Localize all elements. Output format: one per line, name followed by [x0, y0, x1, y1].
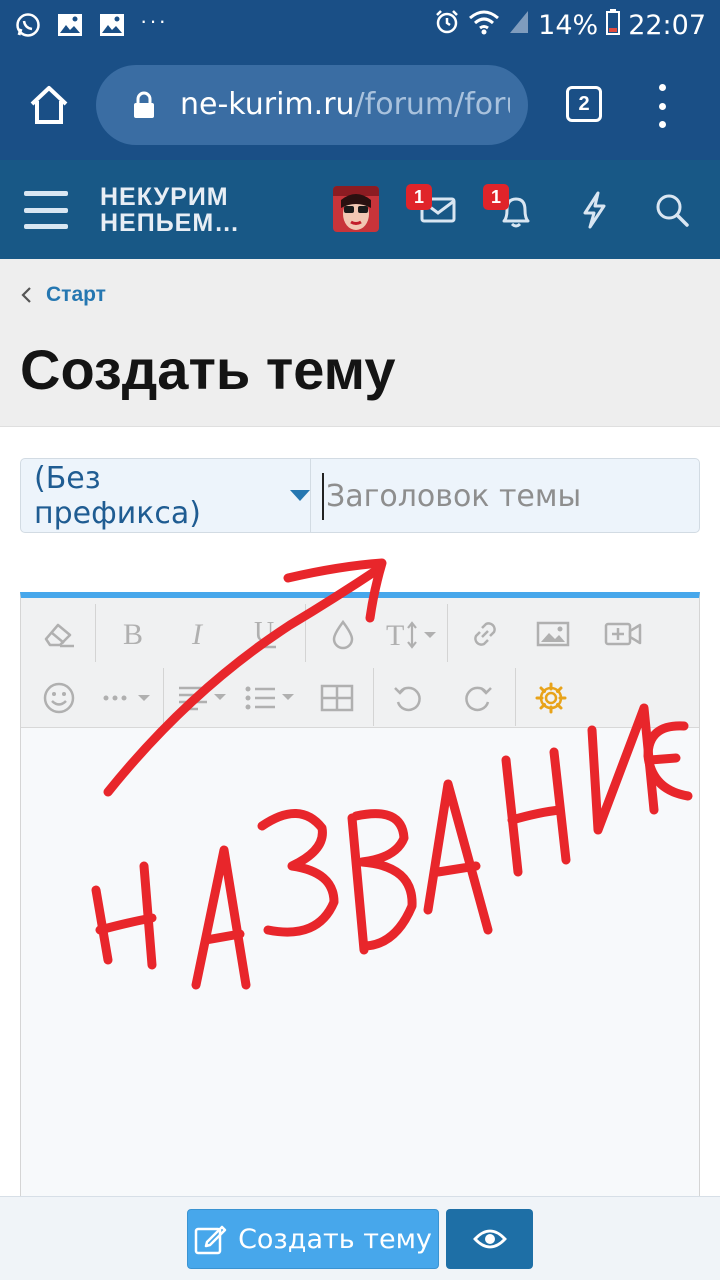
- link-icon[interactable]: [463, 612, 507, 656]
- status-bar: ··· 14% 22:07: [0, 0, 720, 50]
- editor-toolbar: B I U T: [21, 598, 699, 728]
- site-header: НЕКУРИМ НЕПЬЕМ… 1 1: [0, 160, 720, 259]
- smiley-icon[interactable]: [37, 676, 81, 720]
- avatar[interactable]: [333, 186, 379, 232]
- clock: 22:07: [628, 9, 706, 41]
- font-size-icon[interactable]: T: [385, 612, 443, 656]
- bold-icon[interactable]: B: [111, 612, 155, 656]
- svg-text:B: B: [123, 618, 143, 650]
- breadcrumb[interactable]: Старт: [20, 283, 106, 307]
- form-action-bar: Создать тему: [0, 1196, 720, 1280]
- image-icon: [56, 11, 84, 39]
- message-body-textarea[interactable]: [21, 728, 699, 1212]
- whatsapp-icon: [14, 11, 42, 39]
- underline-icon[interactable]: U: [243, 612, 287, 656]
- home-icon[interactable]: [26, 82, 72, 128]
- search-icon[interactable]: [652, 190, 692, 230]
- page-header: Старт Создать тему: [0, 259, 720, 427]
- prefix-select[interactable]: (Без префикса): [21, 459, 311, 532]
- chevron-left-icon: [21, 287, 31, 303]
- gear-icon[interactable]: [529, 676, 573, 720]
- italic-icon[interactable]: I: [177, 612, 221, 656]
- image-insert-icon[interactable]: [531, 612, 575, 656]
- prefix-selected-value: (Без префикса): [34, 460, 201, 531]
- url-text: ne-kurim.ru/forum/foru: [180, 87, 510, 122]
- edit-icon: [194, 1225, 227, 1255]
- caret-down-icon: [290, 490, 310, 501]
- browser-menu-icon[interactable]: [650, 84, 674, 128]
- hamburger-menu-icon[interactable]: [24, 191, 68, 229]
- svg-text:T: T: [386, 619, 404, 650]
- list-icon[interactable]: [243, 676, 301, 720]
- site-logo[interactable]: НЕКУРИМ НЕПЬЕМ…: [100, 184, 240, 236]
- lightning-icon[interactable]: [574, 190, 614, 230]
- eye-icon: [472, 1229, 507, 1249]
- table-icon[interactable]: [315, 676, 359, 720]
- align-icon[interactable]: [175, 676, 233, 720]
- browser-toolbar: ne-kurim.ru/forum/foru 2: [0, 50, 720, 160]
- lock-icon: [132, 91, 156, 119]
- breadcrumb-start[interactable]: Старт: [46, 283, 106, 307]
- battery-icon: [606, 8, 621, 42]
- svg-text:I: I: [191, 618, 204, 650]
- signal-icon: [508, 9, 530, 42]
- tabs-button[interactable]: 2: [566, 86, 602, 122]
- preview-button[interactable]: [446, 1209, 533, 1269]
- redo-icon[interactable]: [455, 676, 499, 720]
- alarm-icon: [434, 9, 460, 42]
- create-thread-button[interactable]: Создать тему: [187, 1209, 439, 1269]
- logo-line-1: НЕКУРИМ: [100, 183, 229, 211]
- text-color-icon[interactable]: [321, 612, 365, 656]
- eraser-icon[interactable]: [37, 612, 81, 656]
- thread-title-input[interactable]: [322, 473, 699, 520]
- thread-title-row: (Без префикса): [20, 458, 700, 533]
- svg-text:U: U: [254, 617, 274, 648]
- url-host: ne-kurim.ru: [180, 87, 355, 122]
- wifi-icon: [468, 9, 500, 42]
- more-dots-icon: ···: [140, 8, 168, 33]
- url-path: /forum/foru: [354, 87, 510, 122]
- more-options-icon[interactable]: [101, 676, 157, 720]
- logo-line-2: НЕПЬЕМ…: [100, 209, 241, 237]
- video-icon[interactable]: [601, 612, 645, 656]
- create-thread-label: Создать тему: [238, 1223, 432, 1255]
- battery-percent: 14%: [538, 9, 599, 41]
- messages-badge: 1: [406, 184, 432, 210]
- page-title: Создать тему: [20, 338, 396, 401]
- message-editor: B I U T: [20, 592, 700, 1212]
- gallery-icon: [98, 11, 126, 39]
- address-bar[interactable]: ne-kurim.ru/forum/foru: [96, 65, 528, 145]
- alerts-badge: 1: [483, 184, 509, 210]
- undo-icon[interactable]: [387, 676, 431, 720]
